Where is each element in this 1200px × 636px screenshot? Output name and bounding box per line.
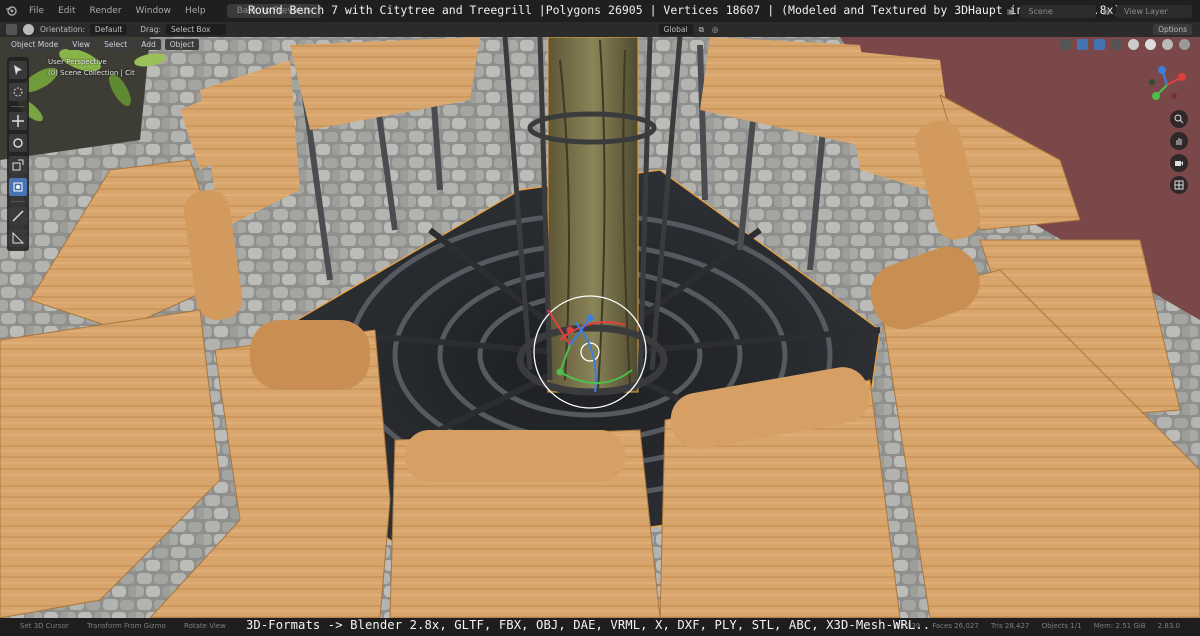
gizmo-toggle-icon[interactable] xyxy=(1077,38,1088,50)
view-layer-selector[interactable]: View Layer xyxy=(1116,4,1192,18)
mode-dropdown[interactable]: Object Mode xyxy=(6,38,64,50)
shading-rendered-icon[interactable] xyxy=(1179,38,1190,50)
options-dropdown[interactable]: Options xyxy=(1153,24,1193,35)
stat-memory: Mem: 2.51 GiB xyxy=(1093,622,1146,630)
stat-objects: Objects 1/1 xyxy=(1041,622,1082,630)
scene-icon: ▣ xyxy=(1006,6,1015,16)
rotate-icon[interactable] xyxy=(9,134,27,152)
top-menubar: File Edit Render Window Help Back to Pre… xyxy=(0,0,1200,22)
menu-view[interactable]: View xyxy=(67,38,96,50)
overlay-toggle-icon[interactable] xyxy=(1094,38,1105,50)
tool-settings-bar: Orientation: Default Drag: Select Box Gl… xyxy=(0,22,1200,37)
menubar-right: ▣ Scene ▤ View Layer xyxy=(1007,0,1200,22)
menu-help[interactable]: Help xyxy=(178,6,213,16)
3d-viewport[interactable]: User Perspective (0) Scene Collection | … xyxy=(0,37,1200,618)
view-layer-icon: ▤ xyxy=(1102,6,1110,16)
formats-caption: 3D-Formats -> Blender 2.8x, GLTF, FBX, O… xyxy=(246,618,931,632)
hand-pan-icon[interactable] xyxy=(1170,132,1188,150)
orientation-dropdown[interactable]: Default xyxy=(89,24,128,35)
stat-faces: Faces 26,027 xyxy=(932,622,979,630)
orientation-label: Orientation: xyxy=(40,25,85,34)
navigation-gizmo[interactable] xyxy=(1144,62,1190,108)
annotate-icon[interactable] xyxy=(9,207,27,225)
tool-shelf xyxy=(7,57,29,251)
viewport-scene xyxy=(0,37,1200,618)
zoom-icon[interactable] xyxy=(1170,110,1188,128)
menu-render[interactable]: Render xyxy=(83,6,129,16)
status-hints: Set 3D Cursor Transform From Gizmo Rotat… xyxy=(20,622,242,630)
menu-edit[interactable]: Edit xyxy=(51,6,82,16)
hint-rotate-view: Rotate View xyxy=(184,622,226,630)
proportional-edit-icon[interactable]: ◎ xyxy=(712,25,719,34)
stat-version: 2.83.0 xyxy=(1157,622,1180,630)
cursor-icon[interactable] xyxy=(9,83,27,101)
menu-select[interactable]: Select xyxy=(99,38,133,50)
move-icon[interactable] xyxy=(9,112,27,130)
menu-object[interactable]: Object xyxy=(164,38,200,50)
shading-material-icon[interactable] xyxy=(1162,38,1173,50)
hint-transform-gizmo: Transform From Gizmo xyxy=(87,622,166,630)
snap-icon[interactable]: ⧉ xyxy=(699,25,704,35)
viewport-perspective-label: User Perspective xyxy=(48,58,107,66)
shading-wire-icon[interactable] xyxy=(1128,38,1139,50)
camera-icon[interactable] xyxy=(1170,154,1188,172)
editor-type-icon[interactable] xyxy=(6,24,17,35)
drag-label: Drag: xyxy=(140,25,162,34)
transform-icon[interactable] xyxy=(9,178,27,196)
drag-dropdown[interactable]: Select Box xyxy=(166,24,227,35)
stat-tris: Tris 28,427 xyxy=(990,622,1030,630)
scene-selector[interactable]: Scene xyxy=(1020,4,1097,18)
blender-logo-icon[interactable] xyxy=(4,4,18,18)
transform-orientation-dropdown[interactable]: Global xyxy=(658,24,693,35)
grid-icon[interactable] xyxy=(1170,176,1188,194)
measure-icon[interactable] xyxy=(9,229,27,247)
transform-mode-icon[interactable] xyxy=(23,24,34,35)
select-box-icon[interactable] xyxy=(9,61,27,79)
menu-add[interactable]: Add xyxy=(136,38,161,50)
window-title: Round Bench 7 with Citytree and Treegril… xyxy=(248,3,1121,17)
tool-separator xyxy=(11,201,25,202)
viewport-header: Object Mode View Select Add Object xyxy=(0,37,1200,51)
tool-separator xyxy=(11,106,25,107)
shading-solid-icon[interactable] xyxy=(1145,38,1156,50)
menu-file[interactable]: File xyxy=(22,6,51,16)
xray-icon[interactable] xyxy=(1111,38,1122,50)
hint-set-cursor: Set 3D Cursor xyxy=(20,622,69,630)
visibility-icon[interactable] xyxy=(1060,38,1071,50)
status-bar: Set 3D Cursor Transform From Gizmo Rotat… xyxy=(0,618,1200,636)
viewport-collection-label: (0) Scene Collection | Cit xyxy=(48,69,135,77)
menu-window[interactable]: Window xyxy=(129,6,179,16)
scale-icon[interactable] xyxy=(9,156,27,174)
